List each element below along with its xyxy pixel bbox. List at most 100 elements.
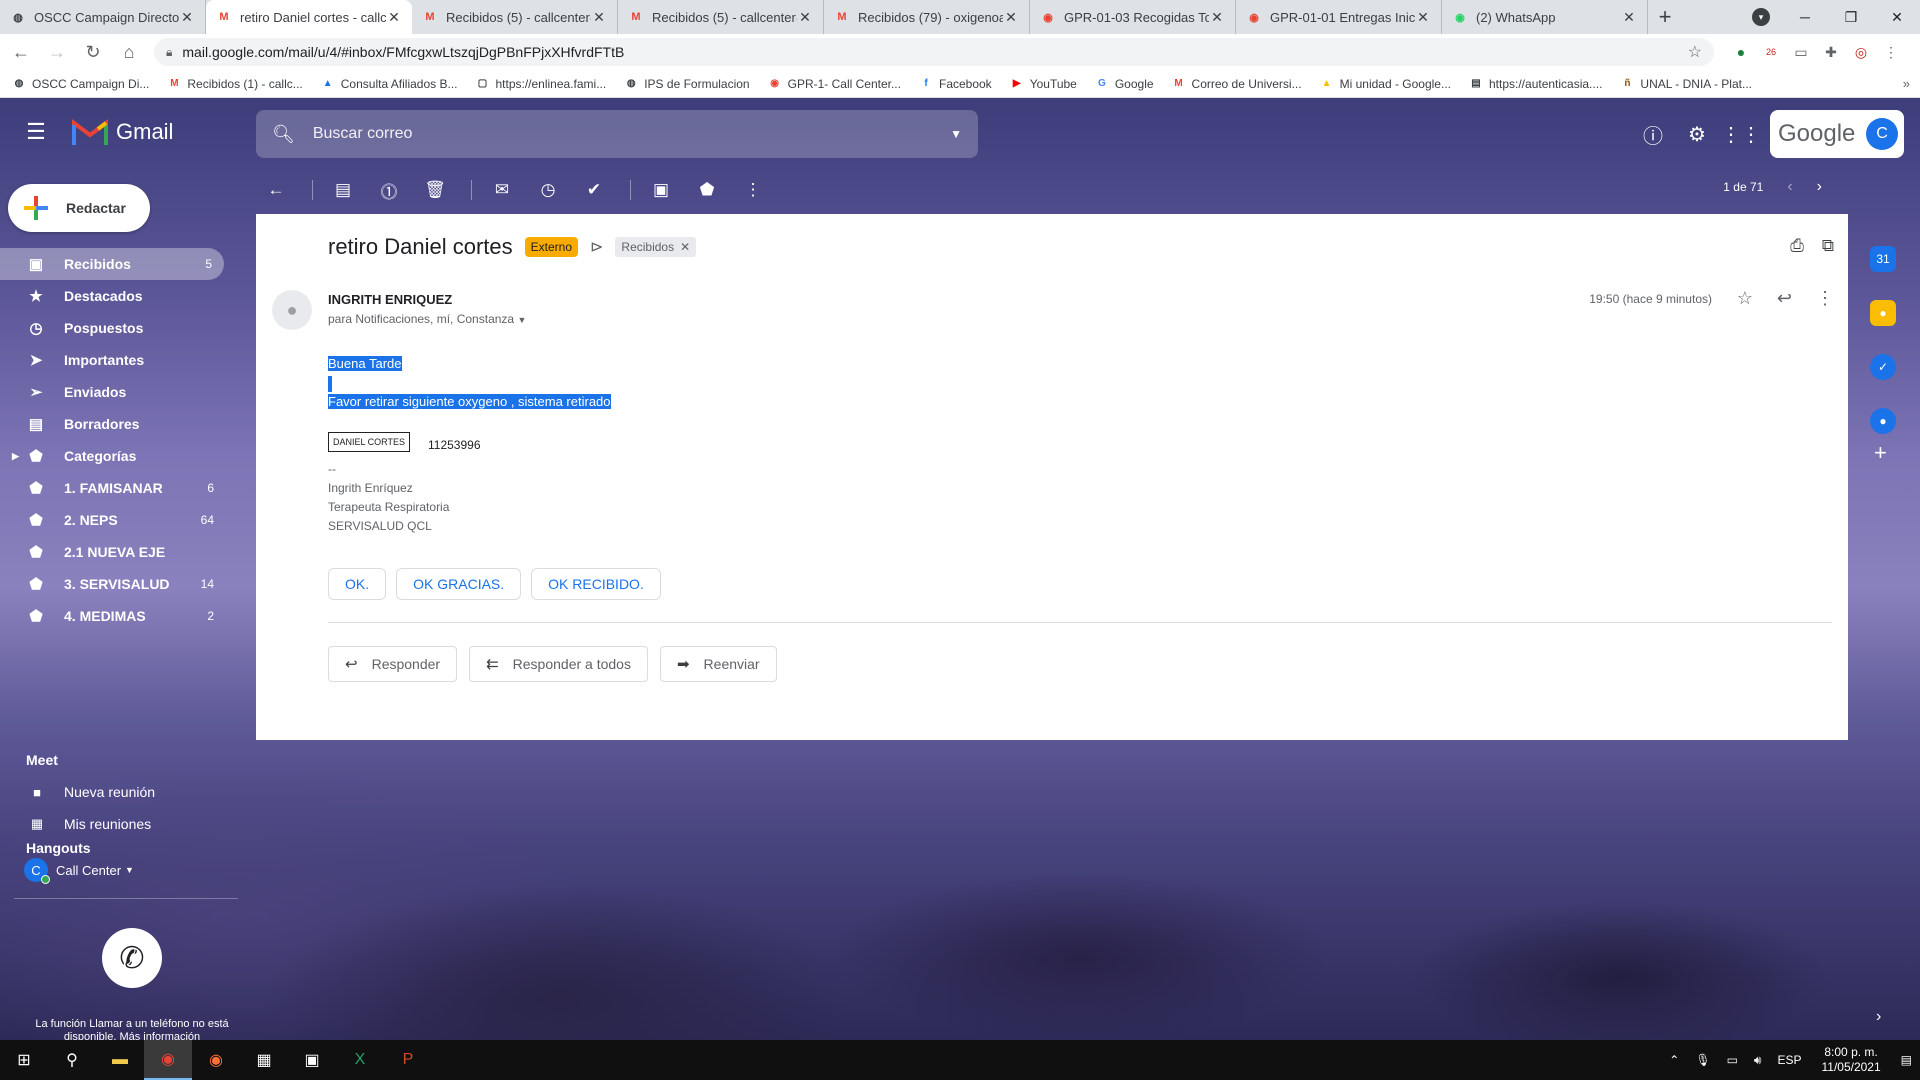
- bookmark-item[interactable]: ◍ IPS de Formulacion: [624, 77, 750, 91]
- bookmark-item[interactable]: ▲ Consulta Afiliados B...: [321, 77, 458, 91]
- bookmark-item[interactable]: ▢ https://enlinea.fami...: [475, 77, 606, 91]
- archive-icon[interactable]: ▤: [323, 170, 363, 210]
- reply-button[interactable]: ↩ Responder: [328, 646, 458, 682]
- windows-start-icon[interactable]: ⊞: [0, 1040, 48, 1080]
- report-spam-icon[interactable]: ⓵: [369, 170, 409, 210]
- extension-badge-icon[interactable]: 26: [1760, 41, 1782, 63]
- back-icon[interactable]: ←: [6, 37, 36, 67]
- powerpoint-icon[interactable]: P: [384, 1040, 432, 1080]
- clock[interactable]: 8:00 p. m. 11/05/2021: [1821, 1045, 1880, 1075]
- help-icon[interactable]: ⓘ: [1638, 119, 1668, 149]
- important-marker-icon[interactable]: ⊳: [590, 237, 603, 257]
- bookmark-item[interactable]: M Recibidos (1) - callc...: [167, 77, 303, 91]
- app-icon[interactable]: ▦: [240, 1040, 288, 1080]
- bookmark-item[interactable]: f Facebook: [919, 77, 991, 91]
- print-icon[interactable]: ⎙: [1790, 236, 1804, 256]
- close-tab-icon[interactable]: ✕: [1209, 9, 1225, 26]
- sidebar-item-inbox[interactable]: ▣ Recibidos 5: [0, 248, 224, 280]
- bookmark-item[interactable]: G Google: [1095, 77, 1154, 91]
- tasks-icon[interactable]: ✓: [1870, 354, 1896, 380]
- chevron-left-icon[interactable]: ‹: [1787, 178, 1792, 196]
- forward-icon[interactable]: →: [42, 37, 72, 67]
- bookmark-item[interactable]: ▲ Mi unidad - Google...: [1320, 77, 1451, 91]
- smart-reply-button[interactable]: OK GRACIAS.: [396, 568, 522, 600]
- microphone-icon[interactable]: 🎙︎: [1695, 1053, 1710, 1067]
- compose-button[interactable]: Redactar: [8, 184, 150, 232]
- close-tab-icon[interactable]: ✕: [386, 9, 402, 26]
- new-meeting-item[interactable]: ■ Nueva reunión: [0, 776, 155, 808]
- sidebar-item-label[interactable]: ⬟ 3. SERVISALUD 14: [0, 568, 256, 600]
- add-task-icon[interactable]: ✔: [574, 170, 614, 210]
- notifications-icon[interactable]: ▤: [1901, 1053, 1912, 1067]
- browser-tab[interactable]: M Recibidos (79) - oxigenoas ✕: [824, 0, 1030, 34]
- extension-icon[interactable]: ●: [1730, 41, 1752, 63]
- bookmark-item[interactable]: ◍ OSCC Campaign Di...: [12, 77, 150, 91]
- address-bar[interactable]: 🔒︎ mail.google.com/mail/u/4/#inbox/FMfcg…: [154, 38, 1714, 66]
- mark-unread-icon[interactable]: ✉: [482, 170, 522, 210]
- expand-arrow-icon[interactable]: ▶: [12, 451, 19, 462]
- sidebar-item-categories[interactable]: ▶ ⬟ Categorías: [0, 440, 256, 472]
- bookmark-item[interactable]: ▤ https://autenticasia....: [1469, 77, 1602, 91]
- sidebar-item-important[interactable]: ➤ Importantes: [0, 344, 256, 376]
- browser-tab[interactable]: ◉ GPR-01-01 Entregas Inicial ✕: [1236, 0, 1442, 34]
- more-options-icon[interactable]: ⋮: [1816, 288, 1834, 309]
- language-indicator[interactable]: ESP: [1777, 1053, 1801, 1067]
- avatar[interactable]: C: [1866, 118, 1898, 150]
- bookmark-star-icon[interactable]: ☆: [1688, 42, 1702, 62]
- search-icon[interactable]: ⚲: [48, 1040, 96, 1080]
- firefox-icon[interactable]: ◉: [192, 1040, 240, 1080]
- account-box[interactable]: Google C: [1770, 110, 1904, 158]
- chrome-icon[interactable]: ◉: [144, 1040, 192, 1080]
- close-tab-icon[interactable]: ✕: [1621, 9, 1637, 26]
- browser-tab[interactable]: M Recibidos (5) - callcenter@ ✕: [412, 0, 618, 34]
- reload-icon[interactable]: ↻: [78, 37, 108, 67]
- sidebar-item-label[interactable]: ⬟ 1. FAMISANAR 6: [0, 472, 256, 504]
- search-options-icon[interactable]: ▼: [950, 127, 962, 141]
- apps-grid-icon[interactable]: ⋮⋮: [1721, 119, 1761, 149]
- bookmark-item[interactable]: ◉ GPR-1- Call Center...: [768, 77, 901, 91]
- browser-tab[interactable]: M Recibidos (5) - callcenter@ ✕: [618, 0, 824, 34]
- smart-reply-button[interactable]: OK RECIBIDO.: [531, 568, 661, 600]
- new-tab-icon[interactable]: +: [1648, 0, 1682, 34]
- add-addon-icon[interactable]: +: [1874, 440, 1887, 466]
- more-options-icon[interactable]: ⋮: [733, 170, 773, 210]
- bookmark-item[interactable]: ñ UNAL - DNIA - Plat...: [1620, 77, 1752, 91]
- sidebar-item-label[interactable]: ⬟ 2.1 NUEVA EJE: [0, 536, 256, 568]
- gmail-logo[interactable]: Gmail: [72, 119, 173, 145]
- open-new-window-icon[interactable]: ⧉: [1822, 236, 1834, 256]
- back-to-inbox-icon[interactable]: ←: [256, 170, 296, 210]
- excel-icon[interactable]: X: [336, 1040, 384, 1080]
- bookmark-item[interactable]: ▶ YouTube: [1010, 77, 1077, 91]
- puzzle-icon[interactable]: ✚: [1820, 41, 1842, 63]
- browser-tab[interactable]: ◉ GPR-01-03 Recogidas Tota ✕: [1030, 0, 1236, 34]
- chevron-down-icon[interactable]: ▼: [125, 865, 134, 875]
- reply-icon[interactable]: ↩: [1777, 288, 1792, 309]
- restore-icon[interactable]: ❐: [1828, 0, 1874, 34]
- network-icon[interactable]: ▭: [1727, 1053, 1738, 1067]
- volume-icon[interactable]: 🔊︎: [1754, 1053, 1762, 1068]
- profile-icon[interactable]: ◎: [1850, 41, 1872, 63]
- more-bookmarks-icon[interactable]: »: [1903, 76, 1910, 91]
- browser-tab[interactable]: ◍ OSCC Campaign Director - ✕: [0, 0, 206, 34]
- sidebar-item-label[interactable]: ⬟ 4. MEDIMAS 2: [0, 600, 256, 632]
- label-icon[interactable]: ⬟: [687, 170, 727, 210]
- more-info-link[interactable]: Más información: [119, 1031, 200, 1040]
- tab-search-icon[interactable]: ▾: [1752, 8, 1770, 26]
- my-meetings-item[interactable]: ▦ Mis reuniones: [0, 808, 151, 840]
- remove-label-icon[interactable]: ✕: [680, 240, 690, 254]
- main-menu-icon[interactable]: ☰: [12, 108, 60, 156]
- gear-icon[interactable]: ⚙: [1682, 119, 1712, 149]
- hangouts-user[interactable]: C Call Center ▼: [24, 858, 134, 884]
- smart-reply-button[interactable]: OK.: [328, 568, 387, 600]
- close-tab-icon[interactable]: ✕: [591, 9, 607, 26]
- reply-all-button[interactable]: ⇇ Responder a todos: [469, 646, 648, 682]
- chevron-right-icon[interactable]: ›: [1876, 1008, 1881, 1026]
- browser-tab[interactable]: ◉ (2) WhatsApp ✕: [1442, 0, 1648, 34]
- close-tab-icon[interactable]: ✕: [797, 9, 813, 26]
- close-window-icon[interactable]: ✕: [1874, 0, 1920, 34]
- close-tab-icon[interactable]: ✕: [179, 9, 195, 26]
- bookmark-item[interactable]: M Correo de Universi...: [1172, 77, 1301, 91]
- sidebar-item-snoozed[interactable]: ◷ Pospuestos: [0, 312, 256, 344]
- close-tab-icon[interactable]: ✕: [1415, 9, 1431, 26]
- contacts-icon[interactable]: ●: [1870, 408, 1896, 434]
